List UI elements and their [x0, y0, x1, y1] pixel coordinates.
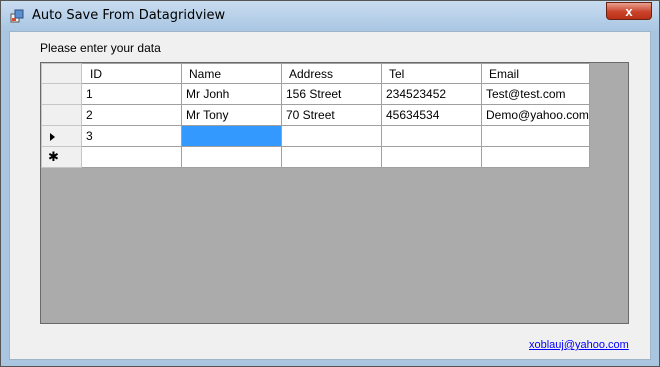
table-row-current[interactable]: 3	[41, 125, 590, 147]
row-header[interactable]	[41, 125, 82, 147]
cell-tel[interactable]	[381, 146, 482, 168]
cell-id[interactable]: 3	[81, 125, 182, 147]
grid-table: ID Name Address Tel Email 1 Mr Jonh 156 …	[41, 63, 590, 168]
table-row[interactable]: 1 Mr Jonh 156 Street 234523452 Test@test…	[41, 83, 590, 105]
close-icon: x	[625, 4, 633, 19]
column-header-address[interactable]: Address	[281, 63, 382, 84]
cell-tel[interactable]: 234523452	[381, 83, 482, 105]
column-header-tel[interactable]: Tel	[381, 63, 482, 84]
row-header[interactable]: ✱	[41, 146, 82, 168]
cell-address[interactable]	[281, 125, 382, 147]
contact-email-link[interactable]: xoblauj@yahoo.com	[529, 339, 629, 351]
corner-header[interactable]	[41, 63, 82, 84]
cell-address[interactable]	[281, 146, 382, 168]
cell-id[interactable]: 2	[81, 104, 182, 126]
cell-tel[interactable]: 45634534	[381, 104, 482, 126]
cell-id[interactable]	[81, 146, 182, 168]
cell-name[interactable]	[181, 146, 282, 168]
app-icon	[10, 9, 24, 23]
cell-address[interactable]: 156 Street	[281, 83, 382, 105]
current-row-arrow-icon	[50, 132, 55, 141]
column-header-email[interactable]: Email	[481, 63, 590, 84]
window-title: Auto Save From Datagridview	[32, 8, 226, 23]
prompt-label: Please enter your data	[40, 41, 161, 55]
new-row-icon: ✱	[48, 149, 59, 164]
table-row[interactable]: 2 Mr Tony 70 Street 45634534 Demo@yahoo.…	[41, 104, 590, 126]
cell-address[interactable]: 70 Street	[281, 104, 382, 126]
cell-id[interactable]: 1	[81, 83, 182, 105]
cell-name[interactable]: Mr Jonh	[181, 83, 282, 105]
title-bar[interactable]: Auto Save From Datagridview x	[1, 1, 659, 31]
row-header[interactable]	[41, 104, 82, 126]
cell-email[interactable]: Test@test.com	[481, 83, 590, 105]
cell-email[interactable]	[481, 146, 590, 168]
cell-name-selected[interactable]	[181, 125, 282, 147]
header-row: ID Name Address Tel Email	[41, 63, 590, 84]
close-button[interactable]: x	[606, 2, 652, 20]
column-header-name[interactable]: Name	[181, 63, 282, 84]
data-grid[interactable]: ID Name Address Tel Email 1 Mr Jonh 156 …	[40, 62, 629, 324]
table-row-new[interactable]: ✱	[41, 146, 590, 168]
row-header[interactable]	[41, 83, 82, 105]
column-header-id[interactable]: ID	[81, 63, 182, 84]
form-client-area: Please enter your data ID Name Address T…	[9, 31, 651, 360]
cell-email[interactable]: Demo@yahoo.com	[481, 104, 590, 126]
cell-email[interactable]	[481, 125, 590, 147]
main-window: Auto Save From Datagridview x Please ent…	[0, 0, 660, 367]
cell-tel[interactable]	[381, 125, 482, 147]
cell-name[interactable]: Mr Tony	[181, 104, 282, 126]
